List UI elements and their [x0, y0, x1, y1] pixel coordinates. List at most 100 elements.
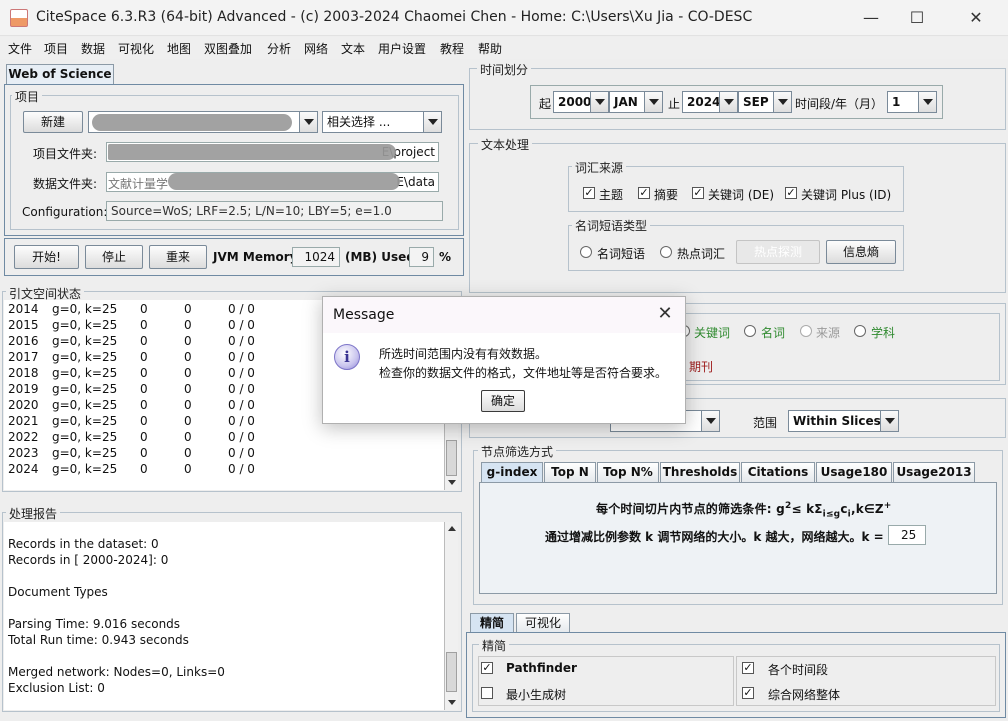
status-cell-c: 0 / 0 — [228, 430, 255, 444]
new-project-button[interactable]: 新建 — [23, 111, 83, 133]
node-category-radio[interactable] — [854, 325, 866, 337]
chevron-down-icon[interactable] — [773, 92, 791, 112]
scroll-up-icon[interactable] — [445, 522, 458, 536]
status-cell-g: g=0, k=25 — [52, 414, 118, 428]
source-title-checkbox[interactable]: ✓ — [583, 187, 595, 199]
status-cell-a: 0 — [140, 414, 148, 428]
node-source-radio — [800, 325, 812, 337]
entropy-button[interactable]: 信息熵 — [826, 240, 896, 264]
tab-usage2013[interactable]: Usage2013 — [893, 462, 975, 482]
status-cell-b: 0 — [184, 318, 192, 332]
tab-citations[interactable]: Citations — [741, 462, 815, 482]
node-journal-label: 期刊 — [689, 360, 714, 374]
chevron-down-icon[interactable] — [423, 112, 441, 132]
scroll-down-icon[interactable] — [445, 696, 458, 710]
noun-phrase-radio[interactable] — [580, 246, 592, 258]
status-cell-b: 0 — [184, 334, 192, 348]
tab-top-n[interactable]: Top N — [544, 462, 596, 482]
minimize-icon[interactable]: — — [848, 0, 894, 36]
to-year-value: 2024 — [687, 95, 721, 109]
source-abstract-checkbox[interactable]: ✓ — [638, 187, 650, 199]
chevron-down-icon[interactable] — [299, 112, 317, 132]
status-cell-year: 2023 — [8, 446, 39, 460]
chevron-down-icon[interactable] — [590, 92, 608, 112]
project-dir-label: 项目文件夹: — [33, 147, 98, 161]
menu-map[interactable]: 地图 — [167, 40, 191, 57]
menu-bar: 文件 项目 数据 可视化 地图 双图叠加 分析 网络 文本 用户设置 教程 帮助 — [0, 37, 1008, 59]
report-scrollbar[interactable] — [444, 522, 458, 710]
status-cell-c: 0 / 0 — [228, 350, 255, 364]
stop-button[interactable]: 停止 — [85, 245, 143, 269]
tab-usage180[interactable]: Usage180 — [816, 462, 892, 482]
chevron-down-icon[interactable] — [918, 92, 936, 112]
chevron-down-icon[interactable] — [719, 92, 737, 112]
status-cell-year: 2022 — [8, 430, 39, 444]
scroll-thumb[interactable] — [446, 652, 457, 692]
close-window-icon[interactable]: ✕ — [953, 0, 999, 36]
hot-terms-radio[interactable] — [660, 246, 672, 258]
node-source-label: 来源 — [816, 326, 841, 340]
menu-overlay[interactable]: 双图叠加 — [204, 40, 252, 57]
status-cell-g: g=0, k=25 — [52, 430, 118, 444]
source-keyword-de-checkbox[interactable]: ✓ — [692, 187, 704, 199]
status-cell-year: 2024 — [8, 462, 39, 476]
status-cell-b: 0 — [184, 398, 192, 412]
to-month-combo[interactable]: SEP — [738, 91, 792, 113]
menu-project[interactable]: 项目 — [44, 40, 68, 57]
pathfinder-checkbox[interactable]: ✓ — [481, 662, 493, 674]
tab-visualization[interactable]: 可视化 — [516, 613, 570, 633]
menu-data[interactable]: 数据 — [81, 40, 105, 57]
slice-length-combo[interactable]: 1 — [887, 91, 937, 113]
tab-web-of-science[interactable]: Web of Science — [6, 64, 114, 84]
tab-thresholds[interactable]: Thresholds — [660, 462, 740, 482]
menu-tutorial[interactable]: 教程 — [440, 40, 464, 57]
burst-detection-button: 热点探测 — [736, 240, 820, 264]
prune-merged-checkbox[interactable]: ✓ — [742, 687, 754, 699]
report-group-label: 处理报告 — [6, 505, 61, 522]
window-title: CiteSpace 6.3.R3 (64-bit) Advanced - (c)… — [36, 9, 753, 25]
chevron-down-icon[interactable] — [701, 411, 719, 431]
menu-help[interactable]: 帮助 — [478, 40, 502, 57]
tab-pruning[interactable]: 精简 — [470, 613, 514, 633]
chevron-down-icon[interactable] — [880, 411, 898, 431]
menu-file[interactable]: 文件 — [8, 40, 32, 57]
menu-visualize[interactable]: 可视化 — [118, 40, 154, 57]
start-button[interactable]: 开始! — [14, 245, 79, 269]
maximize-icon[interactable]: ☐ — [894, 0, 940, 36]
redacted-area — [168, 173, 400, 190]
ok-button[interactable]: 确定 — [481, 390, 525, 412]
status-cell-b: 0 — [184, 350, 192, 364]
source-keyword-plus-checkbox[interactable]: ✓ — [785, 187, 797, 199]
k-scale-label: 通过增减比例参数 k 调节网络的大小。k 越大，网络越大。k = — [545, 530, 884, 544]
time-slicing-label: 时间划分 — [477, 61, 532, 78]
dialog-close-icon[interactable]: ✕ — [655, 303, 675, 324]
menu-network[interactable]: 网络 — [304, 40, 328, 57]
redacted-area — [92, 114, 292, 131]
prune-slices-checkbox[interactable]: ✓ — [742, 662, 754, 674]
menu-analysis[interactable]: 分析 — [267, 40, 291, 57]
scroll-down-icon[interactable] — [445, 476, 458, 490]
reset-button[interactable]: 重来 — [149, 245, 207, 269]
status-cell-a: 0 — [140, 382, 148, 396]
chevron-down-icon[interactable] — [644, 92, 662, 112]
status-cell-g: g=0, k=25 — [52, 318, 118, 332]
scope-combo[interactable]: Within Slices — [788, 410, 899, 432]
to-year-combo[interactable]: 2024 — [682, 91, 738, 113]
node-term-radio[interactable] — [744, 325, 756, 337]
memory-used-value: 9 — [409, 247, 434, 267]
tab-top-n-percent[interactable]: Top N% — [597, 462, 659, 482]
status-cell-c: 0 / 0 — [228, 462, 255, 476]
from-label: 起 — [539, 97, 552, 111]
menu-text[interactable]: 文本 — [341, 40, 365, 57]
scroll-thumb[interactable] — [446, 440, 457, 476]
from-year-combo[interactable]: 2000 — [553, 91, 609, 113]
status-cell-c: 0 / 0 — [228, 366, 255, 380]
status-cell-g: g=0, k=25 — [52, 398, 118, 412]
k-value-input[interactable]: 25 — [888, 525, 926, 545]
status-cell-c: 0 / 0 — [228, 446, 255, 460]
menu-preferences[interactable]: 用户设置 — [378, 40, 426, 57]
related-selection-combo[interactable]: 相关选择 ... — [322, 111, 442, 133]
mst-checkbox[interactable] — [481, 687, 493, 699]
from-month-combo[interactable]: JAN — [609, 91, 663, 113]
tab-g-index[interactable]: g-index — [481, 462, 543, 482]
